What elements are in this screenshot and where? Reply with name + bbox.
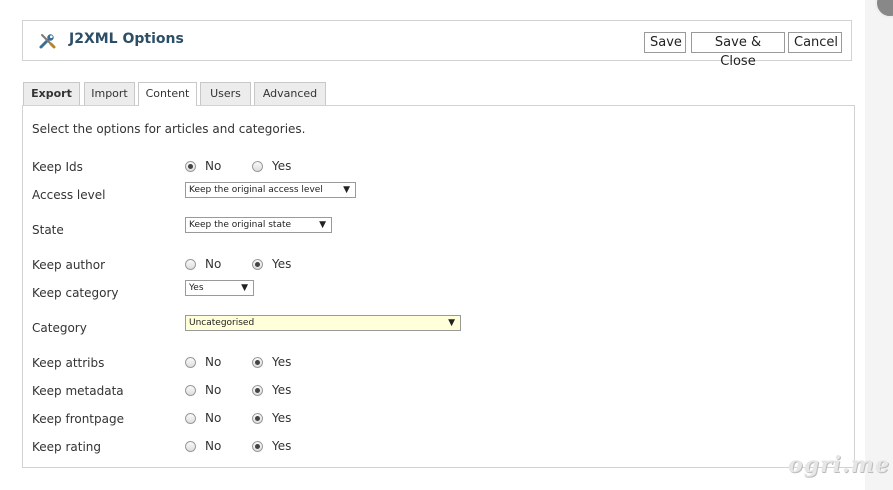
radio-yes-label: Yes xyxy=(272,159,292,173)
content-panel: Select the options for articles and cate… xyxy=(22,105,855,468)
state-value: Keep the original state xyxy=(189,220,292,230)
radio-checked-icon[interactable] xyxy=(252,440,263,452)
radio-no-label: No xyxy=(205,257,222,271)
category-value: Uncategorised xyxy=(189,318,255,328)
toolbar: J2XML Options Save Save & Close Cancel xyxy=(22,20,852,69)
keep-attribs-no-option[interactable]: No xyxy=(185,354,221,370)
access-level-label: Access level xyxy=(32,188,106,202)
keep-category-value: Yes xyxy=(189,283,204,293)
keep-ids-no-option[interactable]: No xyxy=(185,158,221,174)
dropdown-arrow-icon: ▼ xyxy=(319,220,326,230)
state-select[interactable]: Keep the original state ▼ xyxy=(185,217,332,233)
keep-author-label: Keep author xyxy=(32,258,106,272)
cancel-button[interactable]: Cancel xyxy=(788,32,842,53)
tab-export[interactable]: Export xyxy=(23,82,80,105)
radio-checked-icon[interactable] xyxy=(252,412,263,424)
category-select[interactable]: Uncategorised ▼ xyxy=(185,315,461,331)
radio-yes-label: Yes xyxy=(272,257,292,271)
category-label: Category xyxy=(32,321,87,335)
radio-no-label: No xyxy=(205,355,222,369)
keep-frontpage-yes-option[interactable]: Yes xyxy=(252,410,291,426)
keep-author-yes-option[interactable]: Yes xyxy=(252,256,291,272)
keep-frontpage-no-option[interactable]: No xyxy=(185,410,221,426)
keep-rating-yes-option[interactable]: Yes xyxy=(252,438,291,454)
keep-frontpage-label: Keep frontpage xyxy=(32,412,124,426)
radio-unchecked-icon[interactable] xyxy=(185,412,196,424)
keep-metadata-label: Keep metadata xyxy=(32,384,124,398)
keep-category-select[interactable]: Yes ▼ xyxy=(185,280,254,296)
radio-unchecked-icon[interactable] xyxy=(185,384,196,396)
dropdown-arrow-icon: ▼ xyxy=(343,185,350,195)
keep-rating-label: Keep rating xyxy=(32,440,102,454)
radio-yes-label: Yes xyxy=(272,383,292,397)
keep-attribs-label: Keep attribs xyxy=(32,356,105,370)
radio-yes-label: Yes xyxy=(272,355,292,369)
radio-unchecked-icon[interactable] xyxy=(185,440,196,452)
keep-metadata-yes-option[interactable]: Yes xyxy=(252,382,291,398)
page-title: J2XML Options xyxy=(69,31,184,47)
radio-no-label: No xyxy=(205,383,222,397)
keep-category-label: Keep category xyxy=(32,286,119,300)
radio-checked-icon[interactable] xyxy=(185,160,196,172)
save-button[interactable]: Save xyxy=(644,32,686,53)
dropdown-arrow-icon: ▼ xyxy=(241,283,248,293)
keep-ids-yes-option[interactable]: Yes xyxy=(252,158,291,174)
scrollbar-strip xyxy=(865,0,893,490)
tab-advanced[interactable]: Advanced xyxy=(254,82,326,105)
state-label: State xyxy=(32,223,64,237)
panel-intro: Select the options for articles and cate… xyxy=(32,122,306,136)
radio-unchecked-icon[interactable] xyxy=(252,160,263,172)
keep-author-no-option[interactable]: No xyxy=(185,256,221,272)
radio-unchecked-icon[interactable] xyxy=(185,258,196,270)
keep-attribs-yes-option[interactable]: Yes xyxy=(252,354,291,370)
tab-import[interactable]: Import xyxy=(84,82,135,105)
save-close-button[interactable]: Save & Close xyxy=(691,32,785,69)
wrench-screwdriver-icon xyxy=(38,32,56,50)
radio-checked-icon[interactable] xyxy=(252,384,263,396)
watermark: ogri.me xyxy=(788,452,890,478)
radio-no-label: No xyxy=(205,159,222,173)
keep-ids-label: Keep Ids xyxy=(32,160,83,174)
radio-no-label: No xyxy=(205,411,222,425)
radio-yes-label: Yes xyxy=(272,439,292,453)
keep-metadata-no-option[interactable]: No xyxy=(185,382,221,398)
keep-rating-no-option[interactable]: No xyxy=(185,438,221,454)
radio-checked-icon[interactable] xyxy=(252,356,263,368)
tab-users[interactable]: Users xyxy=(200,82,251,105)
radio-no-label: No xyxy=(205,439,222,453)
radio-yes-label: Yes xyxy=(272,411,292,425)
radio-unchecked-icon[interactable] xyxy=(185,356,196,368)
tab-content[interactable]: Content xyxy=(138,82,197,106)
radio-checked-icon[interactable] xyxy=(252,258,263,270)
access-level-select[interactable]: Keep the original access level ▼ xyxy=(185,182,356,198)
dropdown-arrow-icon: ▼ xyxy=(448,318,455,328)
access-level-value: Keep the original access level xyxy=(189,185,323,195)
